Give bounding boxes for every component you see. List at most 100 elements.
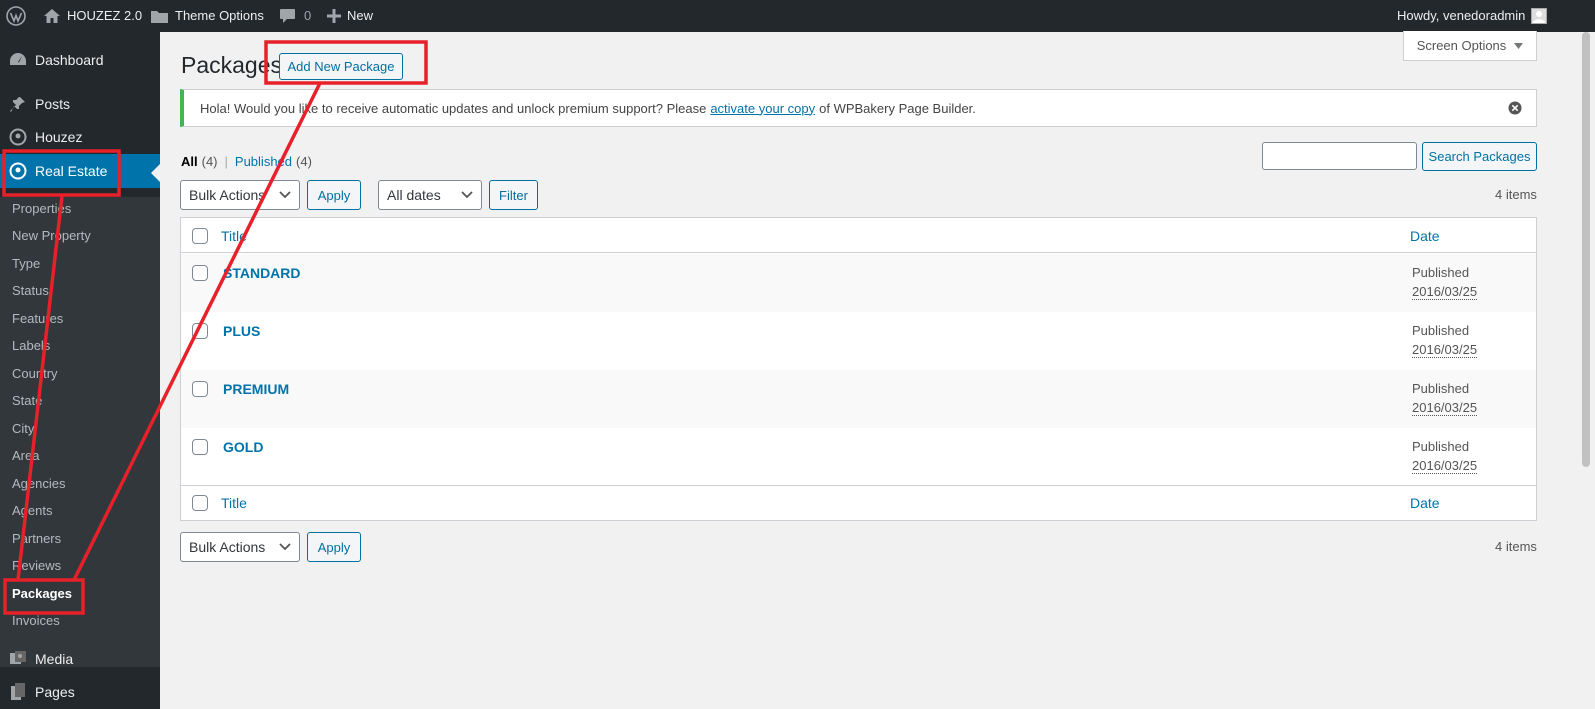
date-filter-select[interactable]: All dates [378,180,482,210]
sidebar-item-posts[interactable]: Posts [0,87,160,121]
row-checkbox[interactable] [192,323,208,339]
column-title-header[interactable]: Title [221,228,247,244]
view-all-link[interactable]: All [181,154,198,169]
folder-icon [150,9,169,24]
submenu-item-reviews[interactable]: Reviews [12,556,61,576]
bulk-actions-value: Bulk Actions [189,187,266,203]
select-all-checkbox[interactable] [192,228,208,244]
location-icon [8,127,28,147]
sidebar-item-real-estate[interactable]: Real Estate [0,154,160,188]
avatar [1531,8,1548,24]
admin-sidebar: Dashboard Posts Houzez Real Estate Prope… [0,32,160,709]
pin-icon [8,94,28,114]
view-published-link[interactable]: Published [235,154,292,169]
table-header: Title Date [181,218,1536,253]
wpbakery-notice: Hola! Would you like to receive automati… [180,89,1537,127]
active-menu-arrow [151,164,160,182]
row-title-link[interactable]: PLUS [223,323,260,339]
page-icon [8,682,28,702]
screen-options-label: Screen Options [1416,38,1507,53]
theme-options-label: Theme Options [175,8,264,23]
view-separator: | [224,154,228,169]
dismiss-icon[interactable] [1508,101,1522,115]
scrollbar-thumb[interactable] [1582,32,1590,467]
select-all-checkbox-footer[interactable] [192,495,208,511]
submenu-item-city[interactable]: City [12,419,34,439]
submenu-item-state[interactable]: State [12,391,42,411]
search-packages-button[interactable]: Search Packages [1422,142,1537,171]
view-all-count: (4) [201,154,218,169]
submenu-item-labels[interactable]: Labels [12,336,50,356]
submenu-item-country[interactable]: Country [12,364,58,384]
filter-button[interactable]: Filter [489,180,538,210]
sidebar-item-label: Real Estate [35,163,108,179]
sidebar-item-media[interactable]: Media [0,642,160,676]
sidebar-item-pages[interactable]: Pages [0,675,160,709]
activate-copy-link[interactable]: activate your copy [710,101,815,116]
row-date: 2016/03/25 [1412,400,1478,416]
submenu-item-features[interactable]: Features [12,309,63,329]
row-title-link[interactable]: PREMIUM [223,381,289,397]
bulk-actions-select-bottom[interactable]: Bulk Actions [180,532,300,562]
notice-text-after: of WPBakery Page Builder. [819,100,976,116]
sidebar-item-label: Posts [35,96,71,112]
theme-options-link[interactable]: Theme Options [150,0,264,32]
sidebar-item-houzez[interactable]: Houzez [0,120,160,154]
row-checkbox[interactable] [192,381,208,397]
row-checkbox[interactable] [192,439,208,455]
submenu-item-new-property[interactable]: New Property [12,226,91,246]
search-packages-input[interactable] [1262,142,1417,170]
view-published-count: (4) [296,154,312,169]
new-content-link[interactable]: New [327,0,373,32]
new-label: New [347,8,374,23]
submenu-item-packages[interactable]: Packages [12,584,72,604]
site-name-link[interactable]: HOUZEZ 2.0 [43,0,142,32]
column-date-footer[interactable]: Date [1410,495,1440,511]
row-date: 2016/03/25 [1412,342,1478,358]
notice-text-before: Hola! Would you like to receive automati… [200,100,707,116]
row-title-link[interactable]: STANDARD [223,265,301,281]
chevron-down-icon [279,191,291,199]
table-footer: Title Date [181,485,1536,520]
dashboard-icon [8,50,28,70]
view-filters: All (4) | Published (4) [181,154,312,169]
items-count-top: 4 items [1495,187,1537,202]
sidebar-item-label: Pages [35,684,75,700]
media-icon [8,649,28,669]
submenu-item-type[interactable]: Type [12,254,40,274]
add-new-package-button[interactable]: Add New Package [279,53,403,80]
row-date: 2016/03/25 [1412,458,1478,474]
date-filter-value: All dates [387,187,441,203]
column-title-footer[interactable]: Title [221,495,247,511]
admin-bar: HOUZEZ 2.0 Theme Options 0 New Howdy, ve… [0,0,1595,32]
submenu-item-agents[interactable]: Agents [12,501,52,521]
column-date-header[interactable]: Date [1410,228,1440,244]
bulk-actions-select-top[interactable]: Bulk Actions [180,180,300,210]
comments-count: 0 [304,8,312,23]
sidebar-item-dashboard[interactable]: Dashboard [0,43,160,77]
wordpress-logo-icon[interactable] [6,0,26,32]
sidebar-item-label: Dashboard [35,52,104,68]
submenu-item-partners[interactable]: Partners [12,529,61,549]
real-estate-submenu: Properties New Property Type Status Feat… [0,197,160,667]
apply-button-top[interactable]: Apply [307,180,361,210]
submenu-item-area[interactable]: Area [12,446,39,466]
submenu-item-agencies[interactable]: Agencies [12,474,65,494]
comments-link[interactable]: 0 [279,0,311,32]
comment-icon [279,8,296,24]
howdy-label: Howdy, venedoradmin [1397,8,1526,23]
home-icon [43,8,61,24]
screen-options-button[interactable]: Screen Options [1403,31,1537,61]
row-title-link[interactable]: GOLD [223,439,263,455]
sidebar-item-label: Media [35,651,74,667]
apply-button-bottom[interactable]: Apply [307,532,361,562]
row-checkbox[interactable] [192,265,208,281]
location-icon [8,161,28,181]
my-account-link[interactable]: Howdy, venedoradmin [1397,0,1548,32]
chevron-down-icon [279,543,291,551]
submenu-item-invoices[interactable]: Invoices [12,611,60,631]
row-status: Published [1412,323,1470,338]
submenu-item-status[interactable]: Status [12,281,49,301]
page-title: Packages [181,52,283,78]
submenu-item-properties[interactable]: Properties [12,199,71,219]
